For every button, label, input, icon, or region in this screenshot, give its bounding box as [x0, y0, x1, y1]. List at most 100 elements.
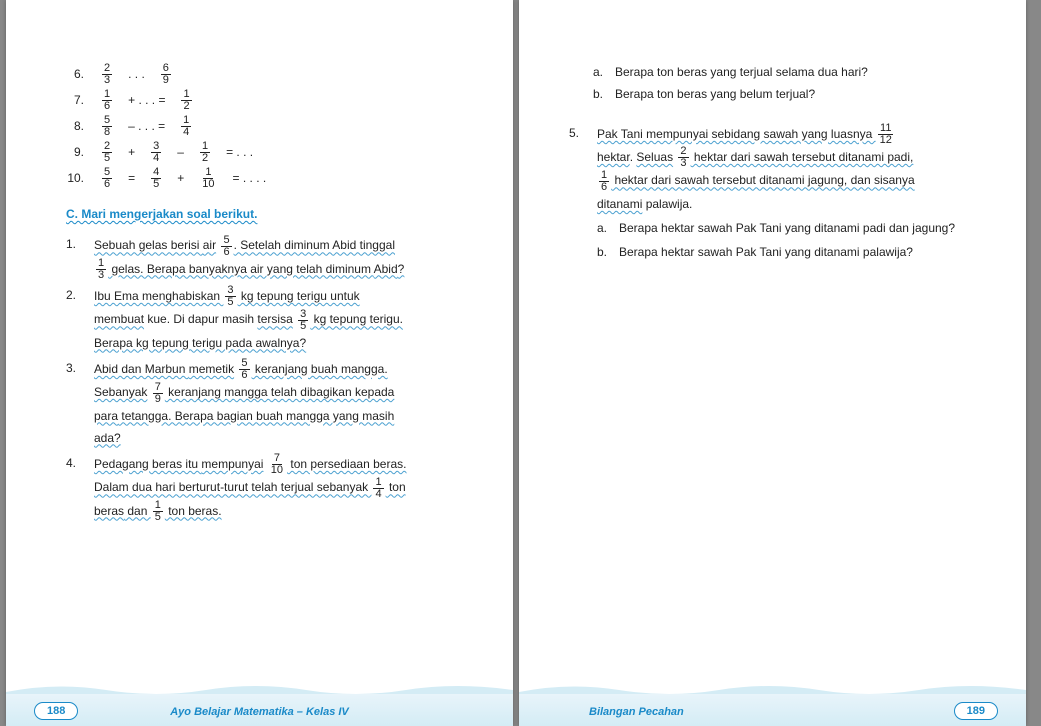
page-number-right: 189	[954, 702, 998, 720]
fraction: 1112	[878, 123, 894, 146]
problem-text: Sebuah gelas berisi air 56. Setelah dimi…	[94, 234, 477, 281]
fraction: 69	[161, 63, 171, 86]
text-run: Ibu Ema menghabiskan	[94, 289, 223, 303]
equation-number: 10.	[66, 168, 84, 188]
equation-row: 6. 23 . . . 69	[66, 63, 477, 86]
fraction: 34	[151, 141, 161, 164]
equation-text: +	[128, 142, 135, 162]
text-run: Dalam dua hari berturut-turut telah terj…	[94, 480, 371, 494]
footer-left: 188 Ayo Belajar Matematika – Kelas IV	[6, 680, 513, 726]
sub-letter: b.	[593, 84, 615, 104]
equation-row: 8.58– . . . =14	[66, 115, 477, 138]
fraction: 16	[102, 89, 112, 112]
text-run: Berapa kg tepung terigu pada awalnya?	[94, 336, 306, 350]
text-run: gelas. Berapa banyaknya air yang telah d…	[108, 262, 374, 276]
problem-number: 5.	[569, 123, 591, 266]
word-problem: 2.Ibu Ema menghabiskan 35 kg tepung teri…	[66, 285, 477, 354]
fraction: 15	[153, 500, 163, 523]
footer-title-left: Ayo Belajar Matematika – Kelas IV	[170, 706, 349, 718]
section-heading-c: C. Mari mengerjakan soal berikut.	[66, 204, 477, 224]
text-run: Sebuah gelas berisi	[94, 238, 203, 252]
sub-text: Berapa hektar sawah Pak Tani yang ditana…	[619, 241, 966, 263]
footer-title-right: Bilangan Pecahan	[589, 706, 684, 718]
sub-question: a.Berapa ton beras yang terjual selama d…	[593, 62, 966, 82]
text-run: membuat	[94, 312, 144, 326]
word-problem: 3.Abid dan Marbun memetik 56 keranjang b…	[66, 358, 477, 449]
equation-number: 8.	[66, 116, 84, 136]
text-run: kg tepung terigu.	[310, 312, 403, 326]
problem-text: Ibu Ema menghabiskan 35 kg tepung terigu…	[94, 285, 477, 354]
equation-text: . . .	[128, 64, 145, 84]
page-right: a.Berapa ton beras yang terjual selama d…	[519, 0, 1026, 726]
text-run: para	[94, 409, 118, 423]
footer-right: Bilangan Pecahan 189	[519, 680, 1026, 726]
fraction: 13	[96, 258, 106, 281]
text-run: ton persediaan beras.	[287, 457, 406, 471]
fraction: 14	[373, 477, 383, 500]
equation-row: 10.56=45+110= . . . .	[66, 167, 477, 190]
fraction: 56	[239, 358, 249, 381]
fraction: 110	[200, 167, 216, 190]
text-run: palawija.	[642, 197, 692, 211]
text-run: air	[203, 238, 216, 252]
problem-number: 4.	[66, 453, 88, 523]
word-problem: 4.Pedagang beras itu mempunyai 710 ton p…	[66, 453, 477, 523]
text-run: ton	[386, 480, 406, 494]
sub-letter: a.	[593, 62, 615, 82]
fraction: 23	[678, 146, 688, 169]
equation-text: +	[177, 168, 184, 188]
text-run: beras	[94, 504, 124, 518]
equation-text: – . . . =	[128, 116, 165, 136]
text-run: ?	[398, 262, 405, 276]
text-run: Pak Tani mempunyai sebidang sawah yang l…	[597, 127, 876, 141]
equation-text: –	[177, 142, 184, 162]
sub-letter: b.	[597, 241, 619, 263]
equation-text: =	[128, 168, 135, 188]
fraction: 45	[151, 167, 161, 190]
fraction: 56	[221, 235, 231, 258]
text-run: ada?	[94, 431, 121, 445]
fraction: 14	[181, 115, 191, 138]
page-right-content: a.Berapa ton beras yang terjual selama d…	[519, 0, 1026, 329]
text-run: memetik	[189, 362, 234, 376]
sub-text: Berapa ton beras yang terjual selama dua…	[615, 62, 966, 82]
sub-question: b.Berapa ton beras yang belum terjual?	[593, 84, 966, 104]
equation-number: 7.	[66, 90, 84, 110]
section-heading-text: C. Mari mengerjakan soal berikut.	[66, 207, 257, 221]
problem-text: Pedagang beras itu mempunyai 710 ton per…	[94, 453, 477, 523]
text-run: tetangga. Berapa bagian buah mangga yang…	[118, 409, 394, 423]
equation-number: 9.	[66, 142, 84, 162]
text-run	[234, 362, 237, 376]
fraction: 23	[102, 63, 112, 86]
text-run: Abid	[374, 262, 398, 276]
fraction: 25	[102, 141, 112, 164]
sub-question: a.Berapa hektar sawah Pak Tani yang dita…	[597, 217, 966, 239]
equation-row: 9.25+34–12= . . .	[66, 141, 477, 164]
problem-number: 3.	[66, 358, 88, 449]
text-run: keranjang buah mangga.	[252, 362, 388, 376]
sub-letter: a.	[597, 217, 619, 239]
equation-text: = . . . .	[233, 168, 267, 188]
text-run: kue. Di dapur masih	[144, 312, 257, 326]
problem-number: 1.	[66, 234, 88, 281]
equation-row: 7. 16 + . . . = 12	[66, 89, 477, 112]
equation-text: = . . .	[226, 142, 253, 162]
text-run	[673, 150, 676, 164]
text-run	[216, 238, 219, 252]
equation-text: + . . . =	[128, 90, 165, 110]
text-run: . Setelah diminum Abid tinggal	[234, 238, 395, 252]
sub-text: Berapa ton beras yang belum terjual?	[615, 84, 966, 104]
text-run: ditanami	[597, 197, 642, 211]
fraction: 710	[269, 453, 285, 476]
fraction: 12	[181, 89, 191, 112]
fraction: 79	[153, 382, 163, 405]
text-run: Abid dan Marbun	[94, 362, 189, 376]
text-run	[263, 457, 266, 471]
problem-text: Abid dan Marbun memetik 56 keranjang bua…	[94, 358, 477, 449]
text-run: Sebanyak	[94, 385, 147, 399]
equation-number: 6.	[66, 64, 84, 84]
page-left-content: 6.23. . .697.16+ . . . =128.58– . . . =1…	[6, 0, 513, 587]
sub-text: Berapa hektar sawah Pak Tani yang ditana…	[619, 217, 966, 239]
text-run: kg tepung terigu untuk	[238, 289, 360, 303]
text-run: tersisa	[257, 312, 292, 326]
